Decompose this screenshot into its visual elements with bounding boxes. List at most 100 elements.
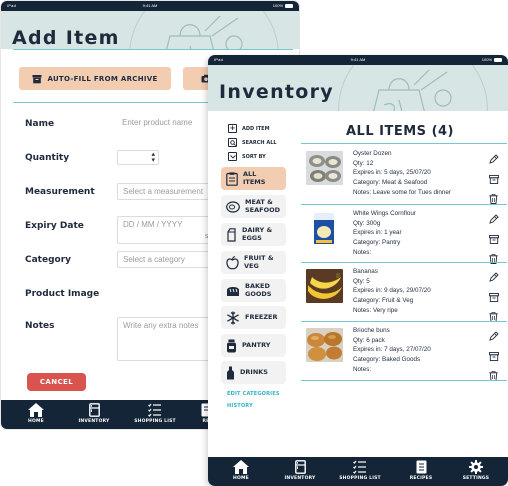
archive-icon[interactable] [489, 289, 499, 307]
page-header: Inventory [208, 65, 508, 111]
expiry-date-label: Expiry Date [25, 221, 84, 231]
tab-home[interactable]: HOME [11, 403, 61, 424]
milk-carton-icon [227, 227, 236, 242]
tab-inventory-label: INVENTORY [78, 419, 110, 424]
product-name-input[interactable]: Enter product name [117, 115, 217, 132]
search-all-label: SEARCH ALL [242, 139, 277, 146]
tab-shopping-list-label: SHOPPING LIST [339, 476, 381, 481]
archive-icon[interactable] [489, 231, 499, 249]
battery-icon [285, 3, 293, 8]
category-dairy-eggs[interactable]: DAIRY & EGGS [221, 223, 286, 246]
archive-icon[interactable] [489, 348, 499, 366]
apple-icon [226, 255, 239, 269]
fridge-icon [294, 460, 306, 474]
page-header: Add Item [1, 11, 299, 49]
trash-icon[interactable] [489, 368, 498, 386]
archive-icon[interactable] [489, 171, 499, 189]
item-quantity: Qty: 5 [353, 277, 370, 285]
item-details: Oyster Dozen Qty: 12 Expires in: 5 days,… [353, 149, 451, 198]
expiry-date-input[interactable]: DD / MM / YYYY [117, 216, 217, 244]
item-details: White Wings Cornflour Qty: 300g Expires … [353, 209, 416, 258]
category-label: FRUIT & VEG [244, 255, 274, 269]
category-all-items[interactable]: ALL ITEMS [221, 167, 286, 190]
category-meat-seafood[interactable]: MEAT & SEAFOOD [221, 195, 286, 218]
item-category: Category: Baked Goods [353, 356, 421, 364]
tab-shopping-list-label: SHOPPING LIST [134, 419, 176, 424]
tab-inventory[interactable]: INVENTORY [69, 403, 119, 424]
tab-home[interactable]: HOME [216, 460, 266, 481]
item-quantity: Qty: 12 [353, 159, 374, 167]
item-notes: Notes: [353, 248, 372, 256]
history-link[interactable]: HISTORY [227, 403, 253, 409]
category-fruit-veg[interactable]: FRUIT & VEG [221, 251, 286, 274]
battery-label: 100% [481, 57, 492, 62]
category-label: PANTRY [242, 340, 271, 349]
add-item-action[interactable]: + ADD ITEM [228, 124, 270, 133]
home-icon [233, 460, 249, 474]
archive-box-icon [32, 74, 42, 83]
item-notes: Notes: [353, 365, 372, 373]
bread-icon [227, 286, 239, 296]
plus-icon: + [228, 124, 237, 133]
search-all-action[interactable]: SEARCH ALL [228, 138, 277, 147]
autofill-from-archive-button[interactable]: AUTO-FILL FROM ARCHIVE [19, 67, 171, 90]
category-label: DRINKS [240, 367, 268, 376]
battery-icon [494, 57, 502, 62]
clipboard-icon [226, 171, 238, 186]
edit-pencil-icon[interactable] [489, 151, 499, 169]
battery-label: 100% [272, 3, 283, 8]
battery-indicator: 100% [482, 57, 502, 62]
item-details: Brioche buns Qty: 6 pack Expires in: 7 d… [353, 326, 431, 375]
tab-settings-label: SETTINGS [462, 476, 490, 481]
tab-bar: HOME INVENTORY SHOPPING LIST RECIPES SET… [208, 457, 508, 486]
sort-by-label: SORT BY [242, 153, 266, 160]
edit-pencil-icon[interactable] [489, 328, 499, 346]
list-item[interactable]: Brioche buns Qty: 6 pack Expires in: 7 d… [301, 322, 507, 381]
edit-categories-link[interactable]: EDIT CATEGORIES [227, 391, 280, 397]
category-select[interactable]: Select a category [117, 251, 217, 268]
tab-shopping-list[interactable]: SHOPPING LIST [332, 460, 388, 481]
checklist-icon [353, 460, 366, 474]
item-notes: Notes: Very ripe [353, 306, 398, 314]
category-freezer[interactable]: FREEZER [221, 306, 286, 329]
item-category: Category: Fruit & Veg [353, 297, 414, 305]
tab-inventory[interactable]: INVENTORY [275, 460, 325, 481]
item-expiry: Expires in: 1 year [353, 229, 402, 237]
name-label: Name [25, 119, 55, 129]
cancel-button[interactable]: CANCEL [27, 373, 86, 391]
item-name: Brioche buns [353, 327, 390, 334]
search-icon [228, 138, 237, 147]
tab-home-label: HOME [28, 419, 44, 424]
grocery-bag-illustration [129, 11, 279, 49]
recipe-book-icon [416, 460, 426, 474]
tab-settings[interactable]: SETTINGS [451, 460, 501, 481]
measurement-select[interactable]: Select a measurement [117, 183, 217, 200]
quantity-stepper[interactable]: ▴ ▾ [117, 150, 159, 165]
list-item[interactable]: White Wings Cornflour Qty: 300g Expires … [301, 205, 507, 264]
list-item[interactable]: Oyster Dozen Qty: 12 Expires in: 5 days,… [301, 145, 507, 204]
sort-by-action[interactable]: SORT BY [228, 152, 266, 161]
tab-recipes[interactable]: RECIPES [396, 460, 446, 481]
list-item[interactable]: Bananas Qty: 5 Expires in: 9 days, 29/07… [301, 263, 507, 322]
battery-indicator: 100% [273, 3, 293, 8]
checklist-icon [148, 403, 161, 417]
category-label: Category [25, 255, 72, 265]
category-drinks[interactable]: DRINKS [221, 361, 286, 384]
category-baked-goods[interactable]: BAKED GOODS [221, 279, 286, 302]
jar-icon [227, 339, 236, 352]
tab-shopping-list[interactable]: SHOPPING LIST [127, 403, 183, 424]
home-icon [28, 403, 44, 417]
add-item-label: ADD ITEM [242, 125, 270, 132]
category-label-line-2: ITEMS [243, 177, 266, 186]
cornflour-box-photo [313, 211, 335, 245]
item-quantity: Qty: 300g [353, 219, 381, 227]
category-pantry[interactable]: PANTRY [221, 334, 286, 357]
edit-pencil-icon[interactable] [489, 269, 499, 287]
edit-pencil-icon[interactable] [489, 211, 499, 229]
notes-label: Notes [25, 321, 55, 331]
item-actions [489, 267, 501, 322]
time-label: 9:41 AM [142, 3, 158, 8]
category-label: BAKED GOODS [245, 283, 271, 297]
notes-textarea[interactable]: Write any extra notes [117, 317, 217, 361]
inventory-screen: iPad 9:41 AM 100% Inventory + ADD ITEM S… [208, 55, 508, 486]
